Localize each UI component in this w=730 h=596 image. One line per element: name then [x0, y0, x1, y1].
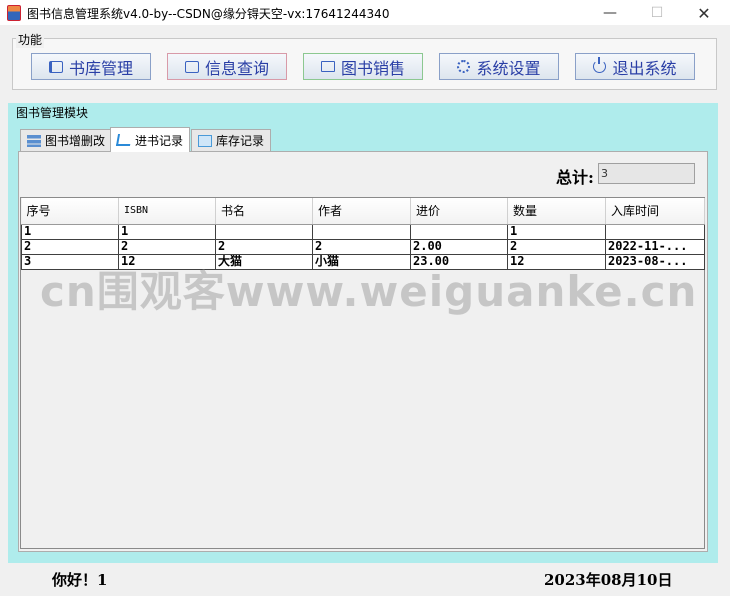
box-icon — [198, 134, 212, 147]
table-cell[interactable] — [410, 223, 508, 240]
column-header-time[interactable]: 入库时间 — [605, 198, 705, 225]
table-cell[interactable]: 2.00 — [410, 238, 508, 255]
purchase-records-table[interactable]: 序号 ISBN 书名 作者 进价 数量 入库时间 1 1 1 2 2 2 2 2… — [20, 197, 705, 549]
table-cell[interactable] — [605, 223, 705, 240]
column-header-price[interactable]: 进价 — [410, 198, 508, 225]
table-header-row: 序号 ISBN 书名 作者 进价 数量 入库时间 — [21, 198, 705, 225]
stack-icon — [27, 134, 41, 147]
power-icon — [593, 57, 607, 73]
tab-book-edit-label: 图书增删改 — [45, 134, 106, 148]
table-cell[interactable]: 1 — [21, 223, 119, 240]
table-row[interactable]: 3 12 大猫 小猫 23.00 12 2023-08-... — [21, 253, 705, 270]
title-bar: 图书信息管理系统v4.0-by--CSDN@缘分锝天空-vx:176412443… — [0, 0, 730, 26]
gear-icon — [457, 60, 471, 73]
table-row[interactable]: 2 2 2 2 2.00 2 2022-11-... — [21, 238, 705, 255]
info-query-button[interactable]: 信息查询 — [167, 53, 287, 80]
book-sales-label: 图书销售 — [340, 58, 405, 78]
minimize-button[interactable]: — — [587, 0, 633, 26]
tab-book-edit[interactable]: 图书增删改 — [20, 129, 113, 151]
table-cell[interactable]: 小猫 — [312, 253, 411, 270]
tab-inventory-records-label: 库存记录 — [216, 134, 265, 148]
column-header-title[interactable]: 书名 — [215, 198, 313, 225]
table-cell[interactable] — [312, 223, 411, 240]
tab-purchase-records-label: 进书记录 — [135, 133, 184, 148]
date-text: 2023年08月10日 — [544, 571, 673, 589]
table-cell[interactable]: 12 — [507, 253, 606, 270]
total-label: 总计: — [556, 168, 594, 187]
sale-icon — [320, 61, 335, 72]
close-button[interactable]: ✕ — [681, 0, 727, 26]
table-cell[interactable]: 2022-11-... — [605, 238, 705, 255]
exit-system-button[interactable]: 退出系统 — [575, 53, 695, 80]
search-icon — [184, 60, 199, 73]
tab-inventory-records[interactable]: 库存记录 — [191, 129, 272, 151]
column-header-quantity[interactable]: 数量 — [507, 198, 606, 225]
exit-system-label: 退出系统 — [612, 58, 677, 78]
table-cell[interactable]: 12 — [118, 253, 216, 270]
tab-purchase-records[interactable]: 进书记录 — [110, 127, 191, 152]
book-icon — [48, 60, 63, 73]
column-header-isbn[interactable]: ISBN — [118, 198, 216, 225]
book-sales-button[interactable]: 图书销售 — [303, 53, 423, 80]
java-app-icon — [7, 5, 21, 21]
system-settings-button[interactable]: 系统设置 — [439, 53, 559, 80]
system-settings-label: 系统设置 — [476, 58, 541, 78]
column-header-author[interactable]: 作者 — [312, 198, 411, 225]
table-cell[interactable]: 2 — [215, 238, 313, 255]
table-cell[interactable]: 3 — [21, 253, 119, 270]
table-cell[interactable]: 2 — [21, 238, 119, 255]
book-storage-label: 书库管理 — [68, 58, 133, 78]
table-cell[interactable]: 2023-08-... — [605, 253, 705, 270]
table-cell[interactable]: 1 — [118, 223, 216, 240]
table-cell[interactable] — [215, 223, 313, 240]
info-query-label: 信息查询 — [204, 58, 269, 78]
table-row[interactable]: 1 1 1 — [21, 223, 705, 240]
table-cell[interactable]: 23.00 — [410, 253, 508, 270]
window-title: 图书信息管理系统v4.0-by--CSDN@缘分锝天空-vx:176412443… — [27, 7, 390, 21]
function-panel-legend: 功能 — [16, 31, 45, 48]
table-cell[interactable]: 2 — [312, 238, 411, 255]
column-header-index[interactable]: 序号 — [21, 198, 119, 225]
table-cell[interactable]: 2 — [118, 238, 216, 255]
table-cell[interactable]: 1 — [507, 223, 606, 240]
cart-icon — [115, 134, 133, 146]
module-title: 图书管理模块 — [16, 106, 89, 120]
table-cell[interactable]: 2 — [507, 238, 606, 255]
greeting-text: 你好！1 — [52, 571, 108, 589]
book-storage-button[interactable]: 书库管理 — [31, 53, 151, 80]
total-field: 3 — [598, 163, 695, 184]
table-cell[interactable]: 大猫 — [215, 253, 313, 270]
maximize-button[interactable]: ☐ — [634, 0, 680, 26]
